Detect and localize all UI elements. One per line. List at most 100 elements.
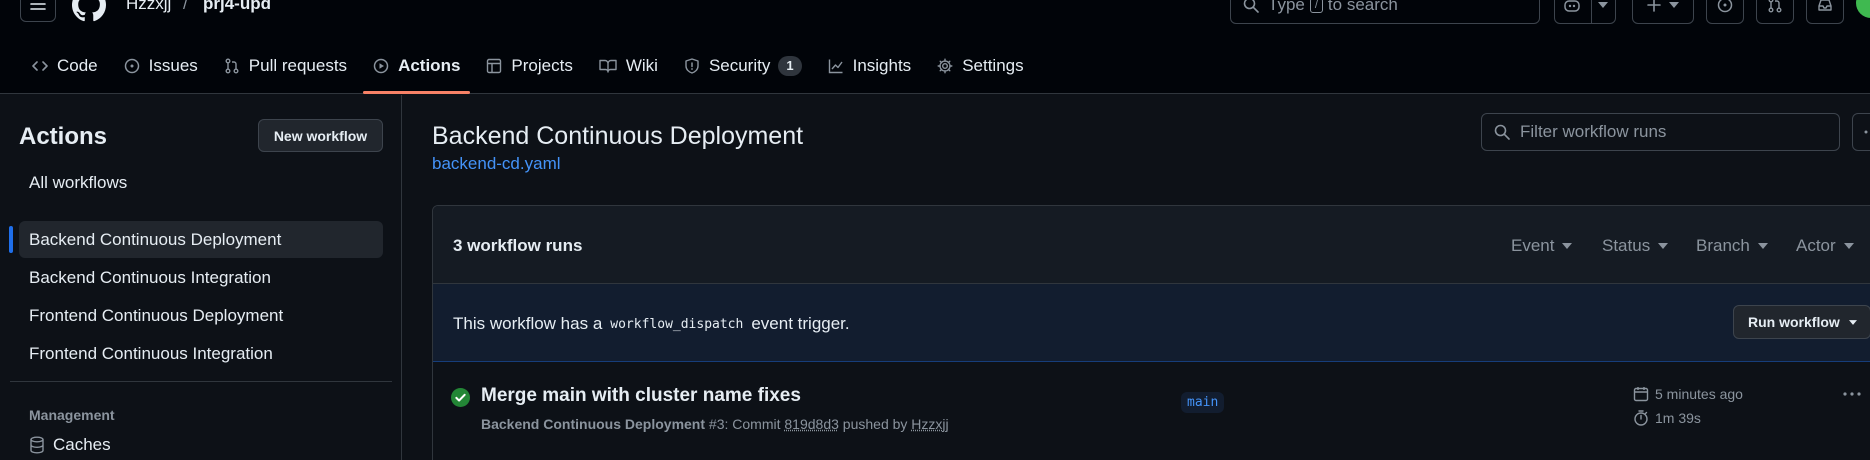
chevron-down-icon (1562, 243, 1573, 249)
pull-requests-button[interactable] (1756, 0, 1794, 24)
filter-label: Actor (1796, 236, 1836, 255)
chevron-down-icon (1757, 243, 1768, 249)
dispatch-suffix: event trigger. (751, 314, 850, 333)
tab-pull-requests[interactable]: Pull requests (214, 46, 357, 86)
inbox-button[interactable] (1806, 0, 1844, 24)
kebab-horizontal-icon (1843, 392, 1861, 396)
chevron-down-icon (1669, 2, 1679, 8)
search-shortcut-key: / (1309, 0, 1323, 13)
tab-label: Projects (511, 56, 573, 75)
sidebar-item-backend-cd[interactable]: Backend Continuous Deployment (9, 221, 383, 258)
tab-settings[interactable]: Settings (927, 46, 1033, 86)
sidebar-item-label: Caches (53, 435, 111, 454)
tab-code[interactable]: Code (22, 46, 108, 86)
github-logo-icon[interactable] (72, 0, 106, 22)
security-count-badge: 1 (778, 56, 802, 76)
chevron-down-icon (1843, 243, 1854, 249)
run-commit-label: : Commit (724, 416, 781, 432)
issues-button[interactable] (1706, 0, 1744, 24)
avatar[interactable] (1856, 0, 1870, 18)
tab-label: Actions (398, 56, 461, 75)
sidebar-item-caches[interactable]: Caches (29, 435, 111, 455)
runs-header: 3 workflow runs Event Status Branch Acto… (433, 206, 1870, 284)
copilot-icon (1563, 0, 1580, 12)
breadcrumb-repo[interactable]: prj4-upd (203, 0, 271, 14)
workflow-menu-button[interactable] (1852, 113, 1870, 151)
success-check-icon (451, 388, 470, 407)
chevron-down-icon (1848, 319, 1857, 325)
event-filter[interactable]: Event (1511, 236, 1573, 256)
tab-insights[interactable]: Insights (818, 46, 922, 86)
filter-placeholder: Filter workflow runs (1520, 122, 1667, 141)
branch-filter[interactable]: Branch (1696, 236, 1768, 256)
filter-runs-input[interactable]: Filter workflow runs (1481, 113, 1840, 151)
repo-tabs: Code Issues Pull requests Actions Projec… (0, 46, 1040, 94)
filter-label: Event (1511, 236, 1555, 255)
hamburger-icon (30, 3, 46, 10)
tab-actions[interactable]: Actions (363, 46, 471, 94)
chevron-down-icon (1658, 243, 1669, 249)
pull-request-icon (1768, 0, 1782, 13)
sidebar-item-frontend-cd[interactable]: Frontend Continuous Deployment (19, 297, 383, 334)
filter-label: Branch (1696, 236, 1750, 255)
run-workflow-button[interactable]: Run workflow (1733, 305, 1870, 339)
dispatch-banner: This workflow has a workflow_dispatch ev… (433, 284, 1870, 362)
book-icon (599, 59, 617, 73)
new-workflow-button[interactable]: New workflow (258, 119, 383, 152)
tab-projects[interactable]: Projects (476, 46, 582, 86)
tab-label: Pull requests (248, 56, 348, 75)
breadcrumb-owner[interactable]: Hzzxjj (126, 0, 171, 14)
time-ago: 5 minutes ago (1655, 386, 1743, 402)
graph-icon (828, 59, 843, 74)
sidebar-item-frontend-ci[interactable]: Frontend Continuous Integration (19, 335, 383, 372)
tab-security[interactable]: Security 1 (674, 46, 812, 86)
actor-link[interactable]: Hzzxjj (911, 416, 948, 432)
create-new-button[interactable] (1632, 0, 1694, 24)
run-menu-button[interactable] (1843, 392, 1861, 396)
sidebar-item-backend-ci[interactable]: Backend Continuous Integration (19, 259, 383, 296)
breadcrumb-separator: / (183, 0, 188, 13)
run-timestamp: 5 minutes ago (1633, 386, 1743, 402)
tab-wiki[interactable]: Wiki (589, 46, 668, 86)
commit-link[interactable]: 819d8d3 (784, 416, 839, 432)
search-icon (1243, 0, 1259, 13)
management-heading: Management (29, 407, 115, 423)
tab-label: Insights (852, 56, 912, 75)
code-icon (32, 61, 48, 71)
stopwatch-icon (1634, 410, 1648, 426)
run-meta: Backend Continuous Deployment #3: Commit… (481, 416, 949, 432)
database-icon (30, 436, 44, 454)
run-number: #3 (708, 416, 725, 432)
run-title-link[interactable]: Merge main with cluster name fixes (481, 385, 801, 407)
run-pushed-by: pushed by (842, 416, 908, 432)
branch-tag[interactable]: main (1181, 392, 1225, 413)
copilot-button[interactable] (1554, 0, 1616, 24)
menu-button[interactable] (20, 0, 56, 22)
tab-label: Wiki (625, 56, 658, 75)
tab-label: Issues (148, 56, 198, 75)
tab-issues[interactable]: Issues (114, 46, 208, 86)
filter-label: Status (1602, 236, 1651, 255)
workflow-file-link[interactable]: backend-cd.yaml (432, 154, 561, 174)
calendar-icon (1633, 387, 1649, 402)
issue-icon (1717, 0, 1733, 13)
table-icon (487, 58, 502, 74)
actions-sidebar: Actions New workflow All workflows Backe… (0, 95, 402, 460)
gear-icon (937, 58, 953, 74)
workflow-run-row[interactable]: Merge main with cluster name fixes Backe… (433, 362, 1870, 460)
sidebar-divider (10, 381, 392, 382)
dispatch-prefix: This workflow has a (453, 314, 603, 333)
duration-value: 1m 39s (1655, 410, 1701, 426)
run-workflow-label: Run workflow (1748, 314, 1840, 330)
page-title: Backend Continuous Deployment (432, 122, 804, 150)
search-icon (1494, 124, 1510, 140)
repo-header: Hzzxjj / prj4-upd Type / to search Code … (0, 0, 1870, 94)
actor-filter[interactable]: Actor (1796, 236, 1854, 256)
sidebar-item-all-workflows[interactable]: All workflows (19, 164, 383, 201)
status-filter[interactable]: Status (1602, 236, 1669, 256)
chevron-down-icon (1597, 2, 1608, 8)
search-input[interactable]: Type / to search (1230, 0, 1540, 24)
tab-label: Security (708, 56, 771, 75)
runs-count: 3 workflow runs (453, 236, 583, 255)
run-workflow-name: Backend Continuous Deployment (481, 416, 706, 432)
